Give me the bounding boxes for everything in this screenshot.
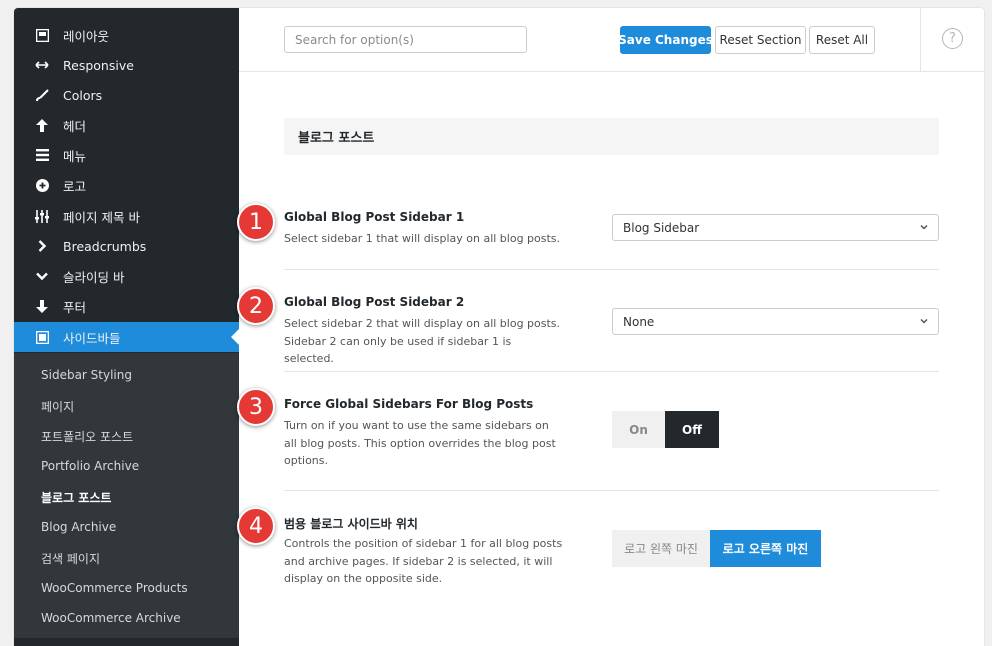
options-panel: 레이아웃 Responsive Colors 헤더 메뉴 로고 페이지 제목 바… xyxy=(14,8,984,646)
callout-badge-2: 2 xyxy=(237,287,275,325)
sidebar-item-label: Breadcrumbs xyxy=(63,238,147,254)
sidebar-item-responsive[interactable]: Responsive xyxy=(14,50,239,80)
option-description: Turn on if you want to use the same side… xyxy=(284,419,556,467)
search-input[interactable] xyxy=(284,26,527,53)
arrow-up-icon xyxy=(35,118,49,132)
plus-circle-icon xyxy=(35,178,49,192)
toolbar-divider xyxy=(920,8,921,72)
brush-icon xyxy=(35,88,49,102)
layout-icon xyxy=(35,28,49,42)
submenu-item-search-page[interactable]: 검색 페이지 xyxy=(41,550,100,567)
sidebar-position-left-toggle[interactable]: 로고 왼쪽 마진 xyxy=(612,530,710,567)
chevron-right-icon xyxy=(35,239,49,253)
sidebar-item-menu[interactable]: 메뉴 xyxy=(14,140,239,170)
arrow-down-icon xyxy=(35,299,49,313)
sidebar-item-label: 푸터 xyxy=(63,299,87,315)
submenu-item-sidebar-styling[interactable]: Sidebar Styling xyxy=(41,368,132,382)
option-description: Controls the position of sidebar 1 for a… xyxy=(284,537,563,585)
sidebar-item-label: 레이아웃 xyxy=(63,28,110,44)
sidebar-2-select[interactable]: None xyxy=(612,308,939,335)
submenu-item-page[interactable]: 페이지 xyxy=(41,398,74,415)
sidebar-item-breadcrumbs[interactable]: Breadcrumbs xyxy=(14,231,239,261)
menu-icon xyxy=(35,148,49,162)
submenu-item-woocommerce-products[interactable]: WooCommerce Products xyxy=(41,581,188,595)
sidebar-item-sliding-bar[interactable]: 슬라이딩 바 xyxy=(14,261,239,291)
sliders-icon xyxy=(35,209,49,223)
submenu-item-portfolio-archive[interactable]: Portfolio Archive xyxy=(41,459,139,473)
sidebar-item-label: Responsive xyxy=(63,57,134,73)
chevron-down-icon xyxy=(920,224,928,230)
sidebar-item-label: 로고 xyxy=(63,178,87,194)
option-title: Global Blog Post Sidebar 1 xyxy=(284,210,465,224)
sidebar-item-page-title-bar[interactable]: 페이지 제목 바 xyxy=(14,201,239,231)
force-sidebars-on-toggle[interactable]: On xyxy=(612,411,665,448)
chevron-down-icon xyxy=(35,269,49,283)
submenu-item-blog-post[interactable]: 블로그 포스트 xyxy=(41,489,111,506)
sidebar-item-layout[interactable]: 레이아웃 xyxy=(14,20,239,50)
callout-badge-4: 4 xyxy=(237,507,275,545)
sidebar-item-label: 메뉴 xyxy=(63,148,87,164)
callout-badge-1: 1 xyxy=(237,203,275,241)
options-sidebar: 레이아웃 Responsive Colors 헤더 메뉴 로고 페이지 제목 바… xyxy=(14,8,239,646)
option-separator xyxy=(284,490,939,491)
sidebar-icon xyxy=(35,330,49,344)
option-separator xyxy=(284,371,939,372)
sidebar-item-sidebars[interactable]: 사이드바들 xyxy=(14,322,239,352)
sidebar-1-select[interactable]: Blog Sidebar xyxy=(612,214,939,241)
sidebar-submenu: Sidebar Styling 페이지 포트폴리오 포스트 Portfolio … xyxy=(14,353,239,638)
sidebar-item-label: Colors xyxy=(63,87,103,103)
section-title: 블로그 포스트 xyxy=(284,118,939,155)
submenu-item-woocommerce-archive[interactable]: WooCommerce Archive xyxy=(41,611,181,625)
reset-all-button[interactable]: Reset All xyxy=(809,26,875,54)
sidebar-item-label: 사이드바들 xyxy=(63,330,121,346)
sidebar-item-label: 페이지 제목 바 xyxy=(63,209,140,225)
submenu-item-portfolio-post[interactable]: 포트폴리오 포스트 xyxy=(41,428,133,445)
sidebar-item-footer[interactable]: 푸터 xyxy=(14,291,239,321)
force-sidebars-off-toggle[interactable]: Off xyxy=(665,411,719,448)
option-description: Select sidebar 1 that will display on al… xyxy=(284,232,561,245)
help-icon[interactable]: ? xyxy=(942,28,963,49)
select-value: None xyxy=(623,314,655,329)
select-value: Blog Sidebar xyxy=(623,220,700,235)
save-changes-button[interactable]: Save Changes xyxy=(618,26,713,54)
option-description: Select sidebar 2 that will display on al… xyxy=(284,317,561,365)
chevron-down-icon xyxy=(920,318,928,324)
option-separator xyxy=(284,269,939,270)
sidebar-item-header[interactable]: 헤더 xyxy=(14,110,239,140)
sidebar-item-logo[interactable]: 로고 xyxy=(14,170,239,200)
sidebar-item-colors[interactable]: Colors xyxy=(14,80,239,110)
reset-section-button[interactable]: Reset Section xyxy=(715,26,806,54)
submenu-item-blog-archive[interactable]: Blog Archive xyxy=(41,520,116,534)
option-title: Global Blog Post Sidebar 2 xyxy=(284,295,465,309)
options-main: 블로그 포스트 Global Blog Post Sidebar 1 Selec… xyxy=(239,73,984,646)
sidebar-item-label: 헤더 xyxy=(63,118,87,134)
options-toolbar: Save Changes Reset Section Reset All ? xyxy=(239,8,984,72)
option-title: 범용 블로그 사이드바 위치 xyxy=(284,517,418,531)
option-title: Force Global Sidebars For Blog Posts xyxy=(284,397,534,411)
callout-badge-3: 3 xyxy=(237,388,275,426)
sidebar-position-right-toggle[interactable]: 로고 오른쪽 마진 xyxy=(710,530,821,567)
sidebar-item-label: 슬라이딩 바 xyxy=(63,269,125,285)
arrows-horizontal-icon xyxy=(35,58,49,72)
